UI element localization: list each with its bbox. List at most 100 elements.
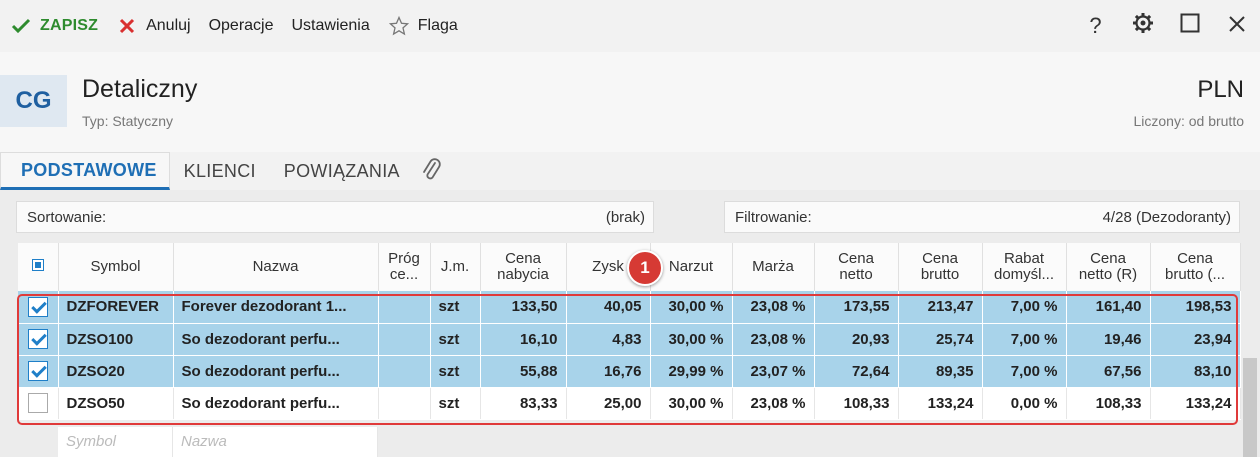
cell-threshold[interactable] bbox=[378, 355, 431, 388]
cell-net-r[interactable]: 67,56 bbox=[1066, 355, 1151, 388]
cell-gross[interactable]: 89,35 bbox=[898, 355, 983, 388]
cell-discount[interactable]: 7,00 % bbox=[982, 323, 1067, 356]
column-header-cena-netto-r[interactable]: Cena netto (R) bbox=[1066, 243, 1151, 291]
column-header-symbol[interactable]: Symbol bbox=[58, 243, 174, 291]
cell-cost[interactable]: 133,50 bbox=[480, 291, 567, 324]
column-header-cena-netto[interactable]: Cena netto bbox=[814, 243, 899, 291]
maximize-button[interactable] bbox=[1166, 0, 1213, 52]
cell-net[interactable]: 72,64 bbox=[814, 355, 899, 388]
header-label: Cena bbox=[838, 250, 874, 267]
save-button[interactable]: ZAPISZ bbox=[0, 0, 107, 52]
cell-margin[interactable]: 23,08 % bbox=[732, 387, 815, 420]
close-window-button[interactable] bbox=[1213, 0, 1260, 52]
cell-profit[interactable]: 4,83 bbox=[566, 323, 651, 356]
cell-markup[interactable]: 30,00 % bbox=[650, 323, 733, 356]
gear-button[interactable] bbox=[1119, 0, 1166, 52]
row-checkbox[interactable] bbox=[27, 393, 48, 413]
cell-unit[interactable]: szt bbox=[430, 323, 481, 356]
cell-profit[interactable]: 16,76 bbox=[566, 355, 651, 388]
row-checkbox-cell[interactable] bbox=[18, 355, 59, 388]
sort-label: Sortowanie: bbox=[27, 208, 107, 226]
cell-discount[interactable]: 7,00 % bbox=[982, 291, 1067, 324]
cell-symbol[interactable]: DZSO20 bbox=[58, 355, 174, 388]
cell-symbol[interactable]: DZFOREVER bbox=[58, 291, 174, 324]
row-checkbox-cell[interactable] bbox=[18, 291, 59, 324]
column-header-marza[interactable]: Marża bbox=[732, 243, 815, 291]
currency-subtitle: Liczony: od brutto bbox=[1133, 113, 1244, 129]
cell-unit[interactable]: szt bbox=[430, 355, 481, 388]
cell-cost[interactable]: 83,33 bbox=[480, 387, 567, 420]
cell-profit[interactable]: 40,05 bbox=[566, 291, 651, 324]
cell-net-r[interactable]: 161,40 bbox=[1066, 291, 1151, 324]
cell-net[interactable]: 173,55 bbox=[814, 291, 899, 324]
cell-threshold[interactable] bbox=[378, 291, 431, 324]
table-row[interactable]: DZFOREVER Forever dezodorant 1... szt 133,5… bbox=[18, 291, 1241, 324]
select-all-checkbox[interactable] bbox=[18, 243, 59, 291]
cell-margin[interactable]: 23,08 % bbox=[732, 291, 815, 324]
tab-attachments[interactable] bbox=[414, 152, 448, 190]
cell-margin[interactable]: 23,08 % bbox=[732, 323, 815, 356]
flag-button[interactable]: Flaga bbox=[379, 0, 467, 52]
filter-panel[interactable]: Filtrowanie: 4/28 (Dezodoranty) bbox=[724, 201, 1240, 233]
new-name-input[interactable]: Nazwa bbox=[173, 427, 378, 457]
new-symbol-input[interactable]: Symbol bbox=[58, 427, 173, 457]
row-checkbox[interactable] bbox=[27, 329, 48, 349]
cell-net[interactable]: 20,93 bbox=[814, 323, 899, 356]
cell-threshold[interactable] bbox=[378, 323, 431, 356]
cell-gross[interactable]: 133,24 bbox=[898, 387, 983, 420]
cancel-button[interactable]: Anuluj bbox=[107, 0, 199, 52]
cell-markup[interactable]: 30,00 % bbox=[650, 291, 733, 324]
tab-podstawowe[interactable]: PODSTAWOWE bbox=[0, 152, 170, 190]
cell-net-r[interactable]: 19,46 bbox=[1066, 323, 1151, 356]
sort-panel[interactable]: Sortowanie: (brak) bbox=[16, 201, 654, 233]
help-button[interactable]: ? bbox=[1072, 0, 1119, 52]
cell-cost[interactable]: 16,10 bbox=[480, 323, 567, 356]
cell-net-r[interactable]: 108,33 bbox=[1066, 387, 1151, 420]
cell-unit[interactable]: szt bbox=[430, 291, 481, 324]
column-header-cena-brutto[interactable]: Cena brutto bbox=[898, 243, 983, 291]
filter-value: 4/28 (Dezodoranty) bbox=[1102, 208, 1231, 226]
settings-menu-button[interactable]: Ustawienia bbox=[283, 0, 379, 52]
tab-klienci[interactable]: KLIENCI bbox=[170, 152, 270, 190]
cell-margin[interactable]: 23,07 % bbox=[732, 355, 815, 388]
row-checkbox-cell[interactable] bbox=[18, 323, 59, 356]
column-header-jm[interactable]: J.m. bbox=[430, 243, 481, 291]
cell-net[interactable]: 108,33 bbox=[814, 387, 899, 420]
cell-markup[interactable]: 30,00 % bbox=[650, 387, 733, 420]
column-header-prog-cenowy[interactable]: Próg ce... bbox=[378, 243, 431, 291]
cell-gross[interactable]: 213,47 bbox=[898, 291, 983, 324]
cell-discount[interactable]: 0,00 % bbox=[982, 387, 1067, 420]
column-header-cena-brutto-r[interactable]: Cena brutto (... bbox=[1150, 243, 1241, 291]
cell-gross-r[interactable]: 23,94 bbox=[1150, 323, 1241, 356]
cell-profit[interactable]: 25,00 bbox=[566, 387, 651, 420]
cell-threshold[interactable] bbox=[378, 387, 431, 420]
table-row[interactable]: DZSO20 So dezodorant perfu... szt 55,88 16,7… bbox=[18, 355, 1241, 388]
tab-powiazania[interactable]: POWIĄZANIA bbox=[270, 152, 414, 190]
scrollbar-thumb[interactable] bbox=[1243, 358, 1257, 457]
new-row[interactable]: Symbol Nazwa bbox=[58, 427, 378, 457]
cell-name[interactable]: So dezodorant perfu... bbox=[173, 355, 379, 388]
cell-name[interactable]: Forever dezodorant 1... bbox=[173, 291, 379, 324]
cell-symbol[interactable]: DZSO50 bbox=[58, 387, 174, 420]
cell-gross-r[interactable]: 83,10 bbox=[1150, 355, 1241, 388]
help-icon: ? bbox=[1089, 13, 1102, 38]
cell-cost[interactable]: 55,88 bbox=[480, 355, 567, 388]
column-header-nazwa[interactable]: Nazwa bbox=[173, 243, 379, 291]
cell-symbol[interactable]: DZSO100 bbox=[58, 323, 174, 356]
cell-gross-r[interactable]: 133,24 bbox=[1150, 387, 1241, 420]
cell-discount[interactable]: 7,00 % bbox=[982, 355, 1067, 388]
row-checkbox[interactable] bbox=[27, 296, 48, 317]
table-row[interactable]: DZSO100 So dezodorant perfu... szt 16,10 4,8… bbox=[18, 323, 1241, 356]
cell-unit[interactable]: szt bbox=[430, 387, 481, 420]
operations-button[interactable]: Operacje bbox=[200, 0, 283, 52]
cell-name[interactable]: So dezodorant perfu... bbox=[173, 387, 379, 420]
table-row[interactable]: DZSO50 So dezodorant perfu... szt 83,33 25,0… bbox=[18, 387, 1241, 420]
column-header-rabat[interactable]: Rabat domyśl... bbox=[982, 243, 1067, 291]
column-header-cena-nabycia[interactable]: Cena nabycia bbox=[480, 243, 567, 291]
cell-gross[interactable]: 25,74 bbox=[898, 323, 983, 356]
row-checkbox-cell[interactable] bbox=[18, 387, 59, 420]
row-checkbox[interactable] bbox=[27, 361, 48, 381]
cell-gross-r[interactable]: 198,53 bbox=[1150, 291, 1241, 324]
cell-markup[interactable]: 29,99 % bbox=[650, 355, 733, 388]
cell-name[interactable]: So dezodorant perfu... bbox=[173, 323, 379, 356]
